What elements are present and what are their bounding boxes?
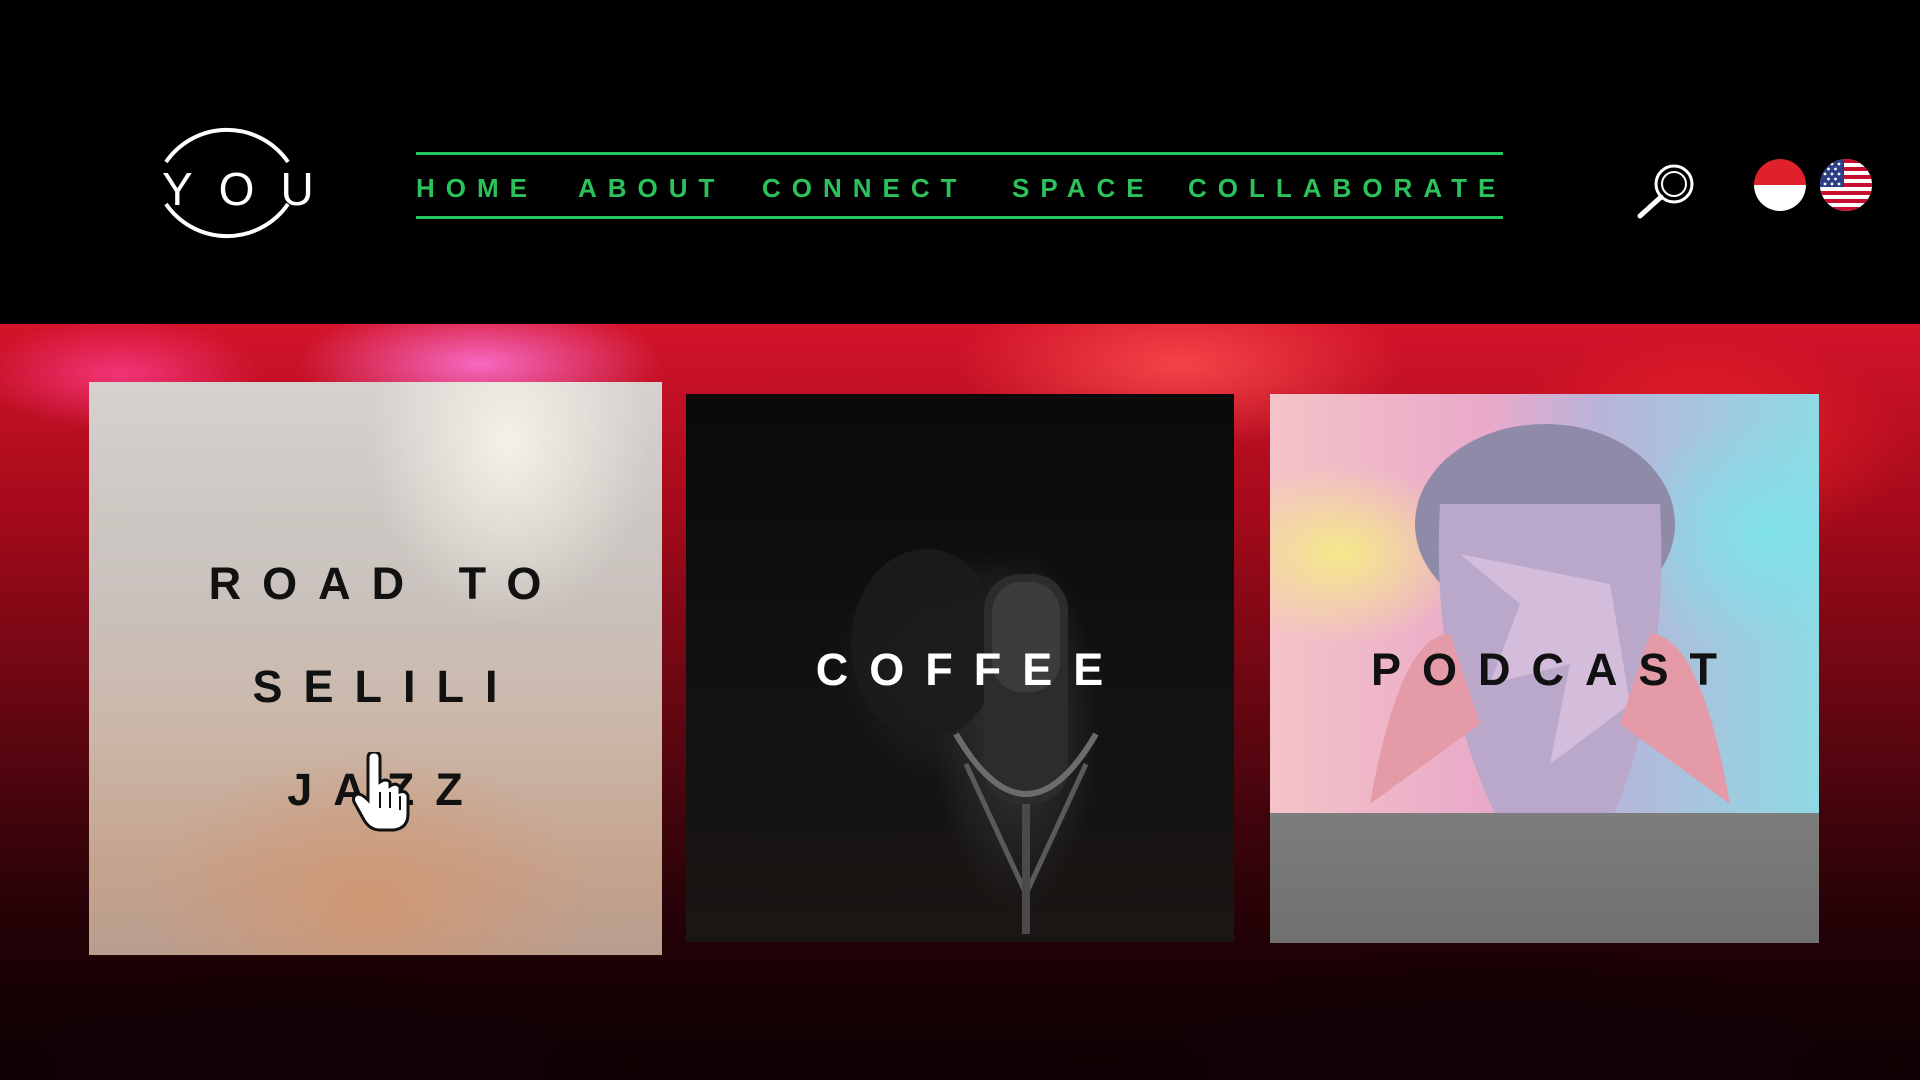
- nav-space[interactable]: SPACE: [1012, 173, 1155, 204]
- language-english[interactable]: [1820, 159, 1872, 211]
- indonesia-flag-icon: [1754, 159, 1806, 211]
- card-coffee[interactable]: COFFEE: [686, 394, 1234, 942]
- search-button[interactable]: [1634, 160, 1700, 220]
- nav-about[interactable]: ABOUT: [578, 173, 725, 204]
- nav-home[interactable]: HOME: [416, 173, 538, 204]
- site-logo[interactable]: YOU: [138, 106, 316, 260]
- search-icon: [1637, 164, 1694, 219]
- card-podcast[interactable]: PODCAST: [1270, 394, 1819, 943]
- site-header: YOU HOME ABOUT CONNECT SPACE COLLABORATE: [0, 0, 1920, 324]
- card-title: PODCAST: [1370, 644, 1738, 695]
- main-nav: HOME ABOUT CONNECT SPACE COLLABORATE: [416, 152, 1503, 219]
- microphone-icon: [851, 549, 1099, 934]
- card-title: COFFEE: [815, 644, 1125, 695]
- card-title: ROAD TO SELILI JAZZ: [208, 558, 563, 815]
- shoulders-silhouette: [1270, 813, 1819, 943]
- nav-collaborate[interactable]: COLLABORATE: [1188, 173, 1506, 204]
- nav-connect[interactable]: CONNECT: [762, 173, 968, 204]
- language-indonesian[interactable]: [1754, 159, 1806, 211]
- us-flag-icon: [1820, 159, 1872, 211]
- card-road-to-selili-jazz[interactable]: ROAD TO SELILI JAZZ: [89, 382, 662, 955]
- logo-text: YOU: [162, 163, 340, 215]
